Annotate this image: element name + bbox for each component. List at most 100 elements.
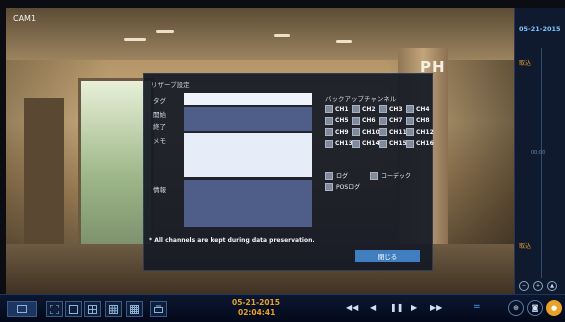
channel-option[interactable]: CH11 bbox=[379, 128, 407, 136]
record-icon[interactable]: ● bbox=[546, 300, 562, 316]
fast-forward-icon[interactable]: ▶▶ bbox=[430, 303, 442, 312]
channel-option[interactable]: CH6 bbox=[352, 116, 377, 125]
end-label: 終了 bbox=[153, 123, 166, 131]
rewind-icon[interactable]: ◀◀ bbox=[346, 303, 358, 312]
step-forward-icon[interactable]: ▶ bbox=[411, 303, 417, 312]
pos-log-option[interactable]: POSログ bbox=[325, 182, 360, 191]
menu-icon[interactable]: = bbox=[473, 302, 481, 312]
fullscreen-icon bbox=[50, 304, 59, 314]
channel-checkbox[interactable] bbox=[325, 128, 333, 136]
channel-label: CH16 bbox=[416, 140, 434, 147]
zoom-icon[interactable]: ⊕ bbox=[508, 300, 524, 316]
backup-channel-title: バックアップチャンネル bbox=[325, 95, 397, 103]
timeline-date: 05-21-2015 bbox=[519, 25, 561, 33]
layout-16-icon bbox=[130, 304, 139, 314]
log-option[interactable]: ログ bbox=[325, 171, 348, 180]
channel-label: CH15 bbox=[389, 140, 407, 147]
timeline-panel[interactable]: 05-21-2015 取込 00:00 取込 − + ▲ bbox=[514, 8, 565, 294]
pos-log-label: POSログ bbox=[336, 184, 361, 191]
timeline-controls: − + ▲ bbox=[519, 281, 557, 291]
reserve-dialog: リザーブ設定 タグ 開始 終了 メモ 情報 バックアップチャンネル CH1 CH2… bbox=[143, 73, 434, 271]
log-checkbox[interactable] bbox=[325, 171, 333, 180]
bottom-toolbar: 05-21-2015 02:04:41 ◀◀ ◀ ❚❚ ▶ ▶▶ = ⊕ ◙ ● bbox=[0, 294, 565, 322]
layout-9-button[interactable] bbox=[105, 301, 122, 317]
channel-checkbox[interactable] bbox=[406, 116, 414, 125]
ceiling-light bbox=[124, 38, 146, 41]
pos-log-checkbox[interactable] bbox=[325, 182, 333, 191]
timeline-line bbox=[541, 48, 542, 278]
end-input[interactable] bbox=[184, 119, 312, 131]
channel-checkbox[interactable] bbox=[325, 139, 333, 148]
timeline-tick: 00:00 bbox=[531, 150, 546, 156]
channel-option[interactable]: CH10 bbox=[352, 128, 380, 136]
layout-16-button[interactable] bbox=[126, 301, 143, 317]
zoom-out-icon[interactable]: − bbox=[519, 281, 529, 291]
playback-time: 02:04:41 bbox=[238, 308, 276, 317]
channel-option[interactable]: CH3 bbox=[379, 105, 404, 113]
codec-checkbox[interactable] bbox=[370, 171, 378, 180]
sequence-button[interactable] bbox=[150, 301, 167, 317]
channel-checkbox[interactable] bbox=[352, 128, 360, 136]
ceiling-light bbox=[156, 30, 174, 33]
channel-checkbox[interactable] bbox=[379, 139, 387, 148]
tag-input[interactable] bbox=[184, 93, 312, 105]
channel-label: CH11 bbox=[389, 128, 407, 136]
channel-label: CH12 bbox=[416, 128, 434, 136]
info-label: 情報 bbox=[153, 186, 166, 194]
channel-label: CH13 bbox=[335, 140, 353, 147]
channel-option[interactable]: CH7 bbox=[379, 116, 404, 125]
channel-option[interactable]: CH16 bbox=[406, 139, 434, 148]
channel-checkbox[interactable] bbox=[379, 116, 387, 125]
start-input[interactable] bbox=[184, 107, 312, 119]
memo-input[interactable] bbox=[184, 133, 312, 177]
channel-label: CH1 bbox=[335, 105, 349, 113]
camera-icon[interactable]: ◙ bbox=[527, 300, 543, 316]
channel-grid: CH1 CH2 CH3 CH4 CH5 CH6 CH7 CH8 CH9 CH10 CH11 CH12 C… bbox=[325, 105, 434, 148]
channel-checkbox[interactable] bbox=[406, 105, 414, 113]
playback-date: 05-21-2015 bbox=[232, 298, 280, 307]
ceiling-light bbox=[336, 40, 352, 43]
channel-option[interactable]: CH8 bbox=[406, 116, 431, 125]
channel-checkbox[interactable] bbox=[406, 139, 414, 148]
channel-option[interactable]: CH14 bbox=[352, 139, 380, 148]
timeline-mark-bottom[interactable]: 取込 bbox=[519, 241, 531, 250]
channel-checkbox[interactable] bbox=[325, 116, 333, 125]
channel-option[interactable]: CH2 bbox=[352, 105, 377, 113]
sequence-icon bbox=[154, 305, 163, 313]
channel-label: CH9 bbox=[335, 128, 349, 136]
channel-label: CH4 bbox=[416, 105, 430, 113]
channel-option[interactable]: CH12 bbox=[406, 128, 434, 136]
channel-checkbox[interactable] bbox=[352, 139, 360, 148]
timeline-mark-top[interactable]: 取込 bbox=[519, 58, 531, 67]
channel-checkbox[interactable] bbox=[325, 105, 333, 113]
layout-4-button[interactable] bbox=[84, 301, 101, 317]
info-panel bbox=[184, 180, 312, 227]
channel-option[interactable]: CH15 bbox=[379, 139, 407, 148]
channel-option[interactable]: CH5 bbox=[325, 116, 350, 125]
codec-option[interactable]: コーデック bbox=[370, 171, 411, 180]
fullscreen-button[interactable] bbox=[46, 301, 63, 317]
channel-option[interactable]: CH9 bbox=[325, 128, 350, 136]
pause-icon[interactable]: ❚❚ bbox=[390, 303, 403, 312]
channel-checkbox[interactable] bbox=[379, 105, 387, 113]
channel-option[interactable]: CH13 bbox=[325, 139, 353, 148]
channel-checkbox[interactable] bbox=[352, 116, 360, 125]
layout-1-button[interactable] bbox=[65, 301, 82, 317]
channel-option[interactable]: CH1 bbox=[325, 105, 350, 113]
zoom-in-icon[interactable]: + bbox=[533, 281, 543, 291]
layout-1-icon bbox=[69, 304, 78, 314]
tag-label: タグ bbox=[153, 97, 166, 105]
channel-label: CH7 bbox=[389, 117, 403, 124]
channel-label: CH2 bbox=[362, 105, 376, 113]
channel-label: CH5 bbox=[335, 117, 349, 124]
close-button[interactable]: 閉じる bbox=[355, 250, 420, 262]
step-back-icon[interactable]: ◀ bbox=[370, 303, 376, 312]
camera-label: CAM1 bbox=[13, 14, 37, 23]
channel-checkbox[interactable] bbox=[352, 105, 360, 113]
channel-label: CH8 bbox=[416, 117, 430, 124]
layout-single-button[interactable] bbox=[7, 301, 37, 317]
channel-option[interactable]: CH4 bbox=[406, 105, 431, 113]
scroll-up-icon[interactable]: ▲ bbox=[547, 281, 557, 291]
channel-checkbox[interactable] bbox=[379, 128, 387, 136]
channel-checkbox[interactable] bbox=[406, 128, 414, 136]
